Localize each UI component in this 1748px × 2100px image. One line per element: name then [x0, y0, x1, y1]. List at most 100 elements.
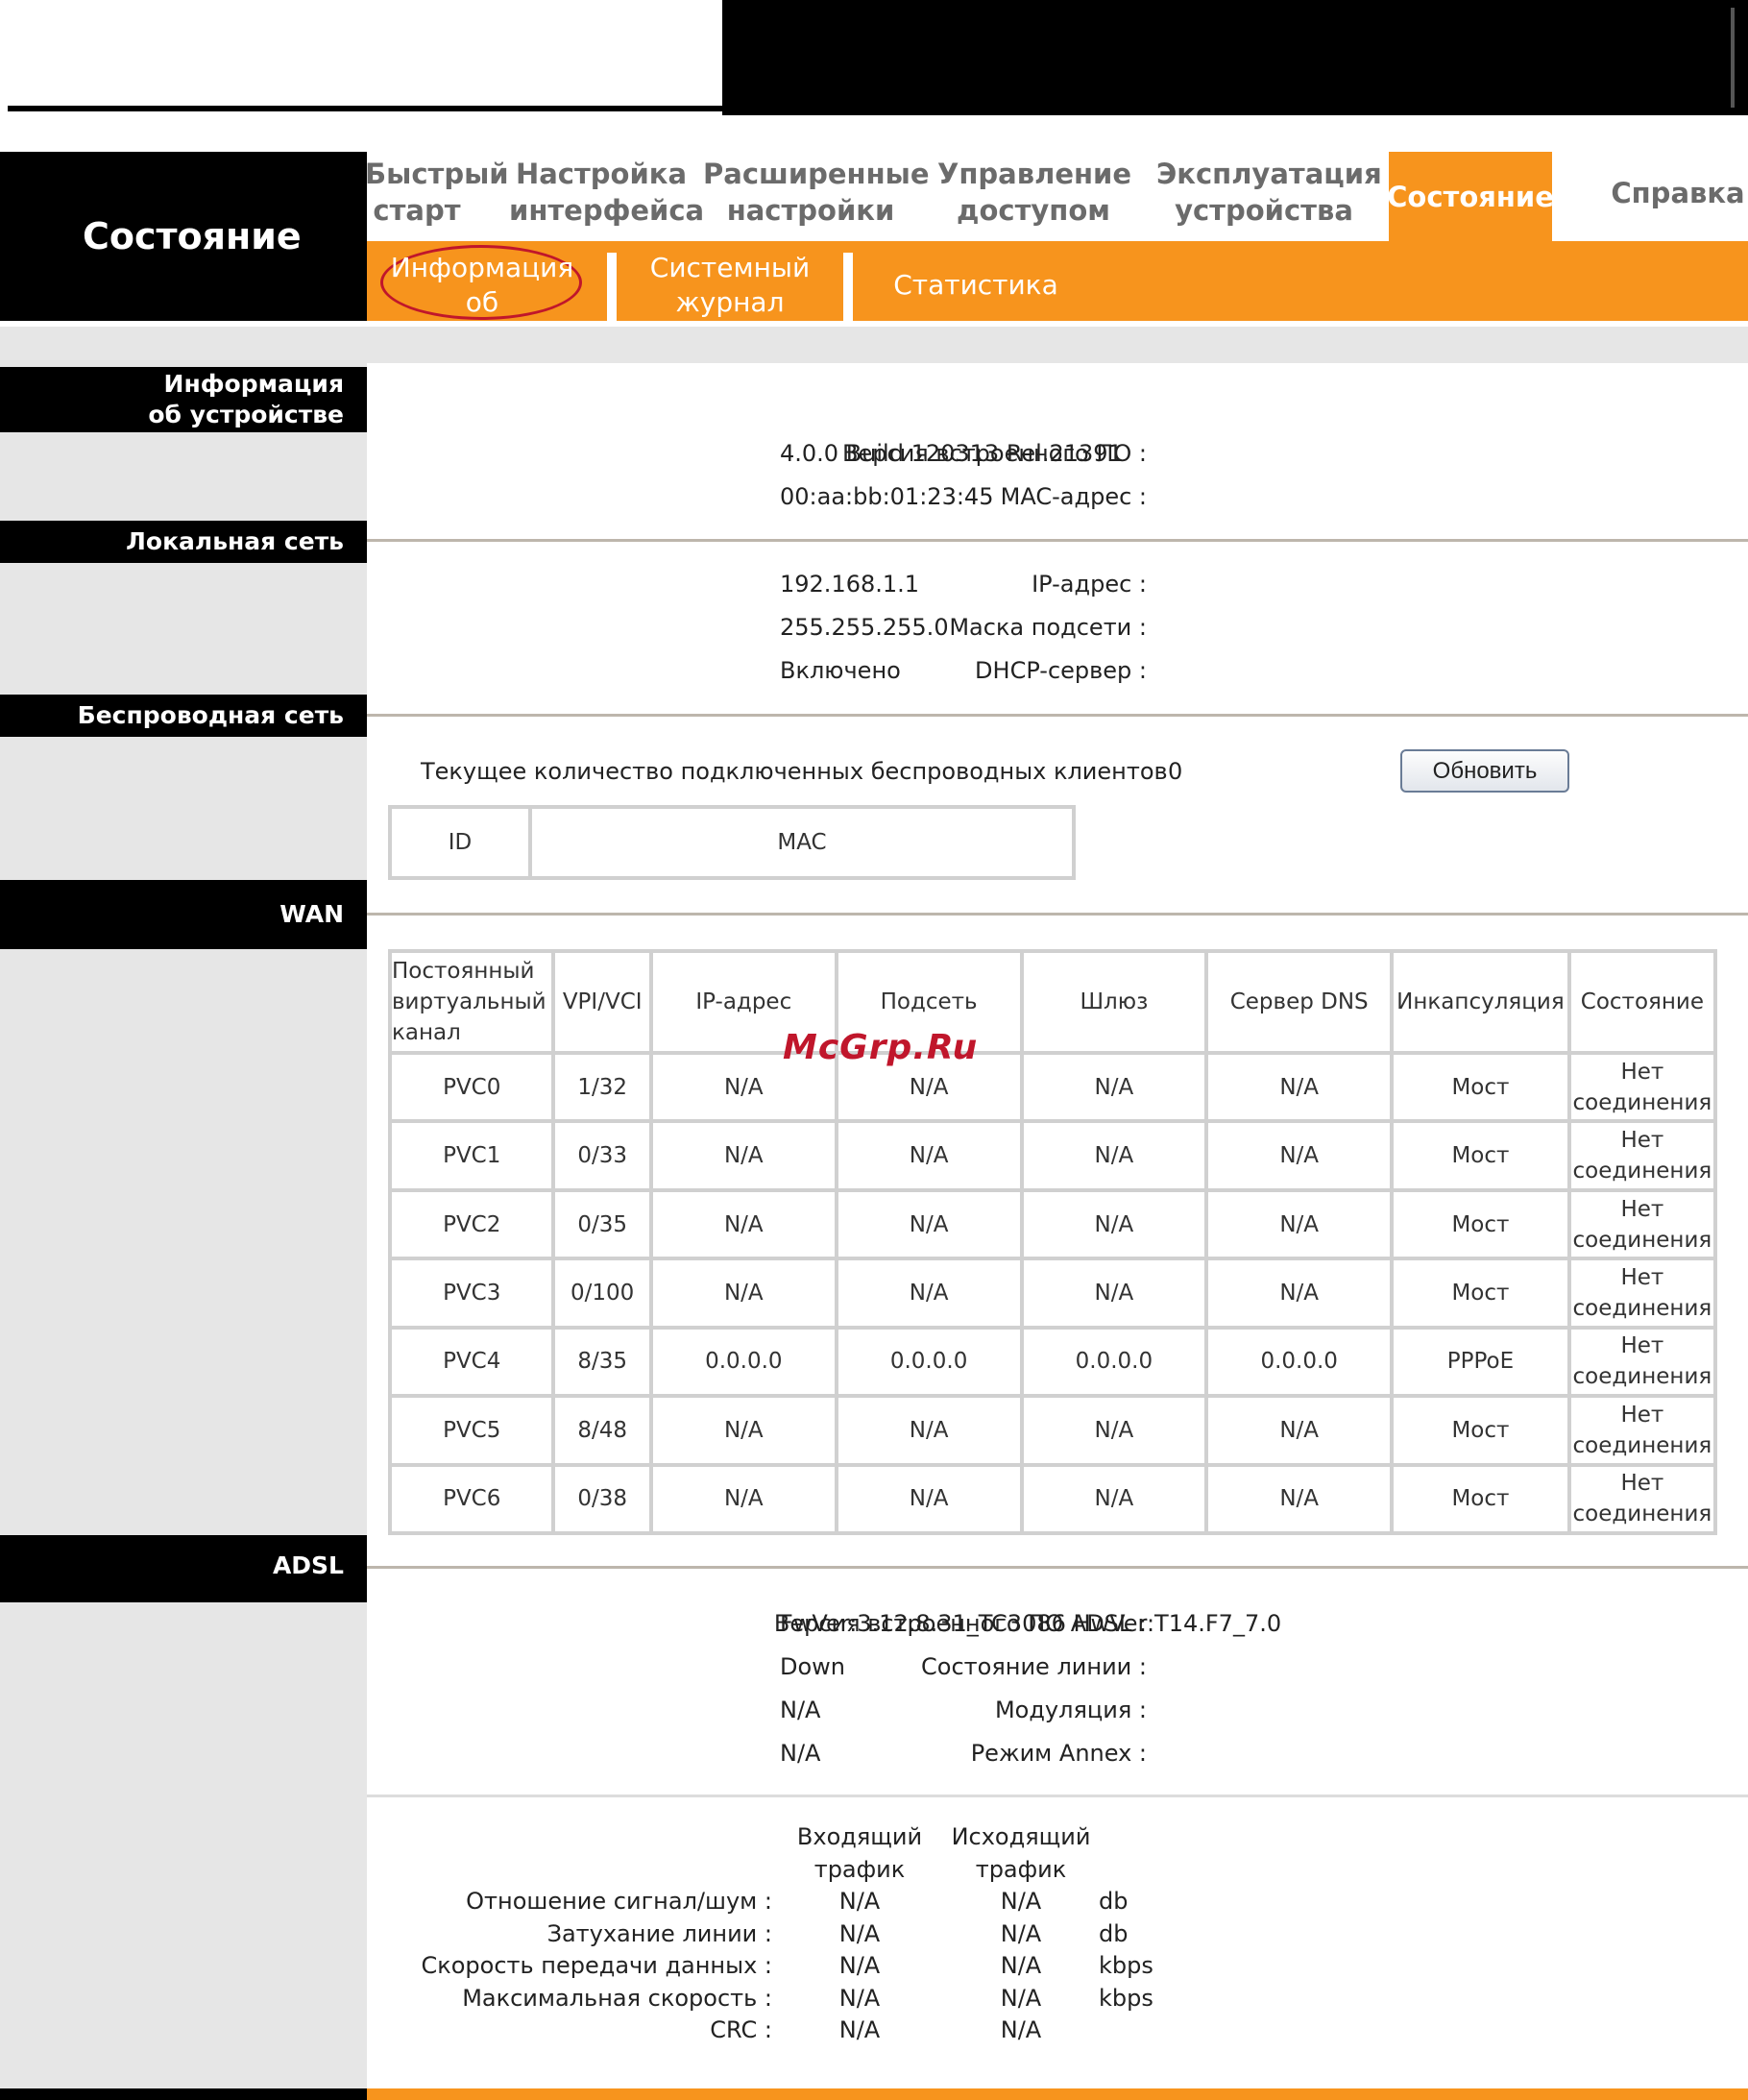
wan-cell: PVC4: [392, 1329, 552, 1395]
stats-upstream-value: N/A: [1000, 1888, 1042, 1915]
tab-quick-start[interactable]: Быстрый старт: [365, 156, 509, 229]
wan-cell: 1/32: [555, 1055, 649, 1120]
column-header-mac: MAC: [532, 809, 1072, 876]
section-header-wan: WAN: [0, 880, 367, 949]
wan-cell: PVC0: [392, 1055, 552, 1120]
modulation-value: N/A: [780, 1697, 821, 1723]
wan-column-header: Шлюз: [1023, 953, 1205, 1051]
stats-upstream-value: N/A: [1000, 1984, 1042, 2012]
wan-cell: N/A: [1023, 1123, 1205, 1188]
wan-cell: N/A: [652, 1191, 835, 1258]
stats-downstream-value: N/A: [838, 1919, 881, 1947]
modulation-label: Модуляция :: [994, 1697, 1147, 1723]
wan-cell: PVC6: [392, 1466, 552, 1531]
stats-unit: db: [1099, 1919, 1129, 1947]
wan-cell: 0/38: [555, 1466, 649, 1531]
wan-column-header: Сервер DNS: [1208, 953, 1391, 1051]
stats-unit: db: [1099, 1888, 1129, 1915]
tab-access-management[interactable]: Управление доступом: [937, 156, 1131, 229]
stats-unit: kbps: [1099, 1984, 1153, 2012]
wan-cell: Нет соединения: [1570, 1191, 1713, 1258]
banner-divider: [8, 106, 722, 111]
divider: [367, 1795, 1748, 1797]
refresh-button[interactable]: Обновить: [1400, 749, 1569, 793]
wan-cell: N/A: [1208, 1398, 1391, 1463]
wan-header-row: Постоянный виртуальный канал VPI/VCI IP-ад…: [392, 953, 1713, 1051]
tab-maintenance[interactable]: Эксплуатация устройства: [1156, 156, 1382, 229]
stats-label: Максимальная скорость :: [462, 1984, 772, 2012]
wan-cell: Мост: [1394, 1123, 1567, 1188]
wireless-clients-count: 0: [1168, 758, 1183, 785]
wan-cell: N/A: [1023, 1191, 1205, 1258]
table-row: PVC1 0/33 N/A N/A N/A N/A Мост Нет соединения: [392, 1123, 1713, 1188]
wan-column-header: Постоянный виртуальный канал: [392, 953, 552, 1051]
wan-cell: Мост: [1394, 1260, 1567, 1326]
tab-advanced-setup[interactable]: Расширенные настройки: [703, 156, 930, 229]
stats-downstream-value: N/A: [838, 1952, 881, 1979]
stats-downstream-value: N/A: [838, 1984, 881, 2012]
wan-cell: N/A: [652, 1260, 835, 1326]
table-row: PVC4 8/35 0.0.0.0 0.0.0.0 0.0.0.0 0.0.0.0 PPPo…: [392, 1329, 1713, 1395]
subtab-separator: [607, 253, 617, 321]
wan-cell: N/A: [652, 1466, 835, 1531]
watermark: McGrp.Ru: [783, 1028, 979, 1067]
left-column: [0, 363, 367, 2088]
firmware-version-row: Версия встроенного ПО : 4.0.0 Build 1203…: [367, 440, 1740, 469]
table-header-row: ID MAC: [392, 809, 1072, 876]
main-nav: Быстрый старт Настройка интерфейса Расши…: [365, 152, 1748, 241]
modulation-row: Модуляция : N/A: [367, 1697, 1740, 1725]
wan-cell: PPPoE: [1394, 1329, 1567, 1395]
router-status-page: Состояние Быстрый старт Настройка интерф…: [0, 0, 1748, 2100]
wan-cell: N/A: [838, 1123, 1020, 1188]
section-header-lan: Локальная сеть: [0, 521, 367, 563]
wan-cell: Нет соединения: [1570, 1329, 1713, 1395]
stats-label: Скорость передачи данных :: [421, 1952, 772, 1979]
lan-mask-row: Маска подсети : 255.255.255.0: [367, 614, 1740, 643]
wan-column-header: Состояние: [1570, 953, 1713, 1051]
stats-upstream-value: N/A: [1000, 1919, 1042, 1947]
wan-cell: 0/33: [555, 1123, 649, 1188]
wan-cell: 0.0.0.0: [1208, 1329, 1391, 1395]
lan-ip-row: IP-адрес : 192.168.1.1: [367, 571, 1740, 599]
table-row: PVC3 0/100 N/A N/A N/A N/A Мост Нет соединения: [392, 1260, 1713, 1326]
footer-left: [0, 2088, 367, 2100]
wan-cell: N/A: [1023, 1398, 1205, 1463]
content-top-strip: [0, 327, 1748, 363]
line-state-row: Состояние линии : Down: [367, 1653, 1740, 1682]
wan-cell: 0.0.0.0: [1023, 1329, 1205, 1395]
wan-cell: Нет соединения: [1570, 1466, 1713, 1531]
wan-cell: Нет соединения: [1570, 1123, 1713, 1188]
table-row: PVC2 0/35 N/A N/A N/A N/A Мост Нет соединения: [392, 1191, 1713, 1258]
wan-cell: PVC3: [392, 1260, 552, 1326]
lan-ip-value: 192.168.1.1: [780, 571, 920, 598]
subtab-system-log[interactable]: Системный журнал: [634, 251, 826, 320]
tab-interface-setup[interactable]: Настройка интерфейса: [509, 156, 704, 229]
wan-cell: 0/35: [555, 1191, 649, 1258]
stats-upstream-value: N/A: [1000, 1952, 1042, 1979]
tab-help[interactable]: Справка: [1606, 175, 1748, 211]
wan-cell: N/A: [1208, 1191, 1391, 1258]
mac-address-row: MAC-адрес : 00:aa:bb:01:23:45: [367, 483, 1740, 512]
tab-status[interactable]: Состояние: [1387, 152, 1554, 241]
stats-unit: kbps: [1099, 1952, 1153, 1979]
footer-bar: [367, 2088, 1748, 2100]
wan-column-header: VPI/VCI: [555, 953, 649, 1051]
wan-cell: Мост: [1394, 1398, 1567, 1463]
stats-label: Отношение сигнал/шум :: [466, 1888, 772, 1915]
wan-cell: N/A: [652, 1123, 835, 1188]
wan-cell: N/A: [1208, 1055, 1391, 1120]
subtab-statistics[interactable]: Статистика: [880, 268, 1072, 303]
adsl-fw-value: FwVer:3.12.8.31_TC3086 HwVer:T14.F7_7.0: [780, 1610, 1282, 1637]
wan-cell: 8/35: [555, 1329, 649, 1395]
divider: [367, 913, 1748, 916]
stats-upstream-value: N/A: [1000, 2016, 1042, 2043]
divider: [367, 714, 1748, 717]
section-header-wireless: Беспроводная сеть: [0, 695, 367, 737]
wan-cell: Нет соединения: [1570, 1398, 1713, 1463]
annex-value: N/A: [780, 1740, 821, 1767]
banner-right: [722, 0, 1748, 115]
wan-cell: N/A: [1023, 1055, 1205, 1120]
stats-header-upstream: Исходящий трафик: [951, 1823, 1091, 1883]
stats-header-downstream: Входящий трафик: [796, 1823, 923, 1883]
lan-mask-label: Маска подсети :: [949, 614, 1147, 641]
